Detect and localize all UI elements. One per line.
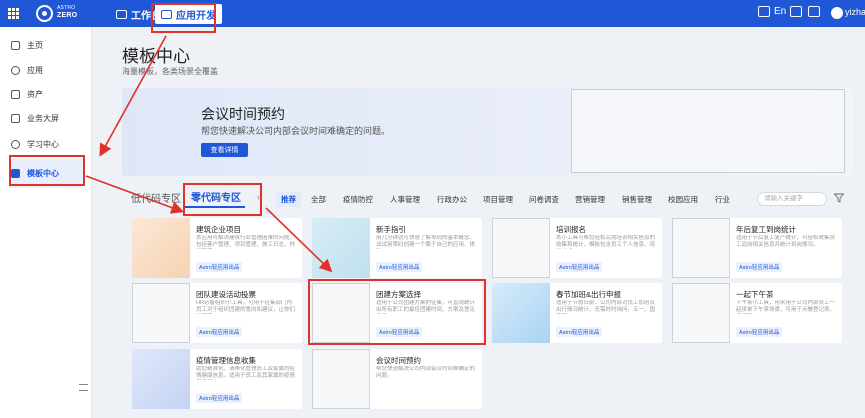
card-illustration bbox=[492, 283, 550, 343]
sidebar-item-learning[interactable]: 学习中心 bbox=[9, 134, 83, 154]
mail-icon[interactable] bbox=[790, 6, 802, 17]
card-illustration bbox=[132, 218, 190, 278]
template-card[interactable]: 一起下午茶 下午茶小工具，用来用于公司内部员工一起拼单下午茶场景，可用于点餐登记… bbox=[672, 283, 842, 343]
sidebar-item-label: 业务大屏 bbox=[27, 113, 59, 123]
sidebar-item-dashboard[interactable]: 业务大屏 bbox=[9, 108, 83, 128]
banner-title: 会议时间预约 bbox=[201, 106, 285, 122]
monitor-icon bbox=[116, 9, 127, 19]
category-marketing[interactable]: 营销管理 bbox=[575, 194, 605, 205]
logo-mark-icon bbox=[36, 5, 53, 22]
category-project[interactable]: 项目管理 bbox=[483, 194, 513, 205]
page-subtitle: 海量模板，各类场景全覆盖 bbox=[122, 67, 218, 76]
card-illustration bbox=[132, 349, 190, 409]
card-description: 本小工具可帮您轻松完成培训相关信息的收集和统计，模板包含员工个人信息、培训方式… bbox=[556, 235, 656, 248]
card-tag: Astro轻应用出品 bbox=[376, 262, 423, 272]
highlight-box-appdev bbox=[151, 3, 216, 33]
card-title: 培训报名 bbox=[556, 225, 586, 234]
template-card[interactable]: 团队建设活动投票 HR必备组织小工具，可用于征集部门内员工对于组织团建的意向和建… bbox=[132, 283, 302, 343]
category-sales[interactable]: 销售管理 bbox=[622, 194, 652, 205]
banner-image bbox=[571, 89, 845, 173]
template-card[interactable]: 疫情管理信息收集 助您精准化、清晰化管理员工及家属的疫情健康信息，适用于员工及其… bbox=[132, 349, 302, 409]
search-input[interactable]: 请输入关键字 bbox=[757, 192, 827, 206]
collapse-sidebar-icon[interactable] bbox=[79, 384, 88, 391]
card-title: 疫情管理信息收集 bbox=[196, 356, 256, 365]
sidebar-item-label: 学习中心 bbox=[27, 139, 59, 149]
card-description: 适用于节假日前，公司内部对员工加班及出行情况统计，无需时时询问，五一、国庆等… bbox=[556, 300, 656, 313]
avatar[interactable] bbox=[831, 7, 843, 19]
tab-low-code-zone[interactable]: 低代码专区 bbox=[131, 190, 181, 205]
card-description: 下午茶小工具，用来用于公司内部员工一起拼单下午茶场景，可用于点餐登记表、偏好等… bbox=[736, 300, 836, 313]
card-title: 会议时间预约 bbox=[376, 356, 421, 365]
card-description: HR必备组织小工具，可用于征集部门内员工对于组织团建的意向和建议，让你们的团建… bbox=[196, 300, 296, 313]
template-card[interactable]: 建筑企业项目 本应用可解决建筑行业管理困难的问题，包括客户管理、项目管理、施工日… bbox=[132, 218, 302, 278]
card-description: 用几分钟就可快速了解零码的基本概念、试试用零码创建一个属于自己的应用、体验… bbox=[376, 235, 476, 248]
template-card[interactable]: 会议时间预约 帮您快速解决公司内部会议时间难确定的问题。 bbox=[312, 349, 482, 409]
template-card[interactable]: 春节加班&出行申报 适用于节假日前，公司内部对员工加班及出行情况统计，无需时时询… bbox=[492, 283, 662, 343]
card-thumbnail bbox=[132, 283, 190, 343]
category-hr[interactable]: 人事管理 bbox=[390, 194, 420, 205]
category-industry[interactable]: 行业 bbox=[715, 194, 730, 205]
sidebar-item-label: 主页 bbox=[27, 40, 43, 50]
sidebar-item-label: 应用 bbox=[27, 65, 43, 75]
top-bar: ASTRO ZERO 工作台 应用开发 En yizhang bbox=[0, 0, 865, 27]
banner-description: 帮您快速解决公司内部会议时间难确定的问题。 bbox=[201, 126, 391, 136]
fullscreen-icon[interactable] bbox=[808, 6, 820, 17]
card-tag: Astro轻应用出品 bbox=[196, 327, 243, 337]
language-switch[interactable]: En bbox=[774, 6, 786, 17]
card-tag: Astro轻应用出品 bbox=[196, 393, 243, 403]
card-title: 团队建设活动投票 bbox=[196, 290, 256, 299]
card-tag: Astro轻应用出品 bbox=[556, 327, 603, 337]
astro-zero-logo[interactable]: ASTRO ZERO bbox=[36, 4, 78, 23]
category-campus[interactable]: 校园应用 bbox=[668, 194, 698, 205]
highlight-box-zero-code bbox=[183, 183, 262, 216]
card-tag: Astro轻应用出品 bbox=[556, 262, 603, 272]
app-icon bbox=[11, 65, 20, 75]
sidebar-item-home[interactable]: 主页 bbox=[9, 35, 83, 55]
asset-icon bbox=[11, 89, 20, 99]
chevron-left-icon[interactable]: ‹ bbox=[257, 192, 260, 202]
card-tag: Astro轻应用出品 bbox=[736, 327, 783, 337]
card-title: 年后复工到岗统计 bbox=[736, 225, 796, 234]
template-card[interactable]: 新手指引 用几分钟就可快速了解零码的基本概念、试试用零码创建一个属于自己的应用、… bbox=[312, 218, 482, 278]
category-epidemic[interactable]: 疫情防控 bbox=[343, 194, 373, 205]
template-card[interactable]: 年后复工到岗统计 适用于节后复工复产统计，可轻松收集员工返岗相关信息并统计到岗情… bbox=[672, 218, 842, 278]
category-recommended[interactable]: 推荐 bbox=[276, 192, 301, 207]
card-title: 新手指引 bbox=[376, 225, 406, 234]
card-description: 本应用可解决建筑行业管理困难的问题，包括客户管理、项目管理、施工日志、材料管理… bbox=[196, 235, 296, 248]
template-card[interactable]: 培训报名 本小工具可帮您轻松完成培训相关信息的收集和统计，模板包含员工个人信息、… bbox=[492, 218, 662, 278]
sidebar-item-label: 资产 bbox=[27, 89, 43, 99]
card-thumbnail bbox=[672, 283, 730, 343]
app-grid-icon[interactable] bbox=[8, 8, 19, 19]
page-title: 模板中心 bbox=[122, 47, 190, 66]
card-title: 建筑企业项目 bbox=[196, 225, 241, 234]
sidebar-item-apps[interactable]: 应用 bbox=[9, 60, 83, 80]
sidebar: 主页 应用 资产 业务大屏 学习中心 模板中心 bbox=[0, 27, 92, 418]
card-tag: Astro轻应用出品 bbox=[736, 262, 783, 272]
learn-icon bbox=[11, 139, 20, 149]
card-thumbnail bbox=[672, 218, 730, 278]
card-description: 帮您快速解决公司内部会议时间难确定的问题。 bbox=[376, 366, 476, 379]
logo-line-2: ZERO bbox=[57, 12, 78, 19]
card-thumbnail bbox=[312, 349, 370, 409]
username[interactable]: yizhang bbox=[845, 7, 865, 17]
highlight-box-template-center bbox=[9, 155, 85, 186]
home-icon bbox=[11, 40, 20, 50]
card-tag: Astro轻应用出品 bbox=[196, 262, 243, 272]
card-title: 春节加班&出行申报 bbox=[556, 290, 622, 299]
category-admin[interactable]: 行政办公 bbox=[437, 194, 467, 205]
category-survey[interactable]: 问卷调查 bbox=[529, 194, 559, 205]
view-details-button[interactable]: 查看详情 bbox=[201, 143, 248, 157]
filter-icon[interactable] bbox=[834, 193, 844, 203]
category-all[interactable]: 全部 bbox=[311, 194, 326, 205]
card-title: 一起下午茶 bbox=[736, 290, 774, 299]
sidebar-item-assets[interactable]: 资产 bbox=[9, 84, 83, 104]
card-description: 助您精准化、清晰化管理员工及家属的疫情健康信息，适用于员工及其家属的疫情每日打卡… bbox=[196, 366, 296, 379]
card-thumbnail bbox=[492, 218, 550, 278]
card-illustration bbox=[312, 218, 370, 278]
dashboard-icon bbox=[11, 113, 20, 123]
card-description: 适用于节后复工复产统计，可轻松收集员工返岗相关信息并统计到岗情况。 bbox=[736, 235, 836, 248]
screen-icon[interactable] bbox=[758, 6, 770, 17]
highlight-box-team-building bbox=[308, 279, 486, 345]
